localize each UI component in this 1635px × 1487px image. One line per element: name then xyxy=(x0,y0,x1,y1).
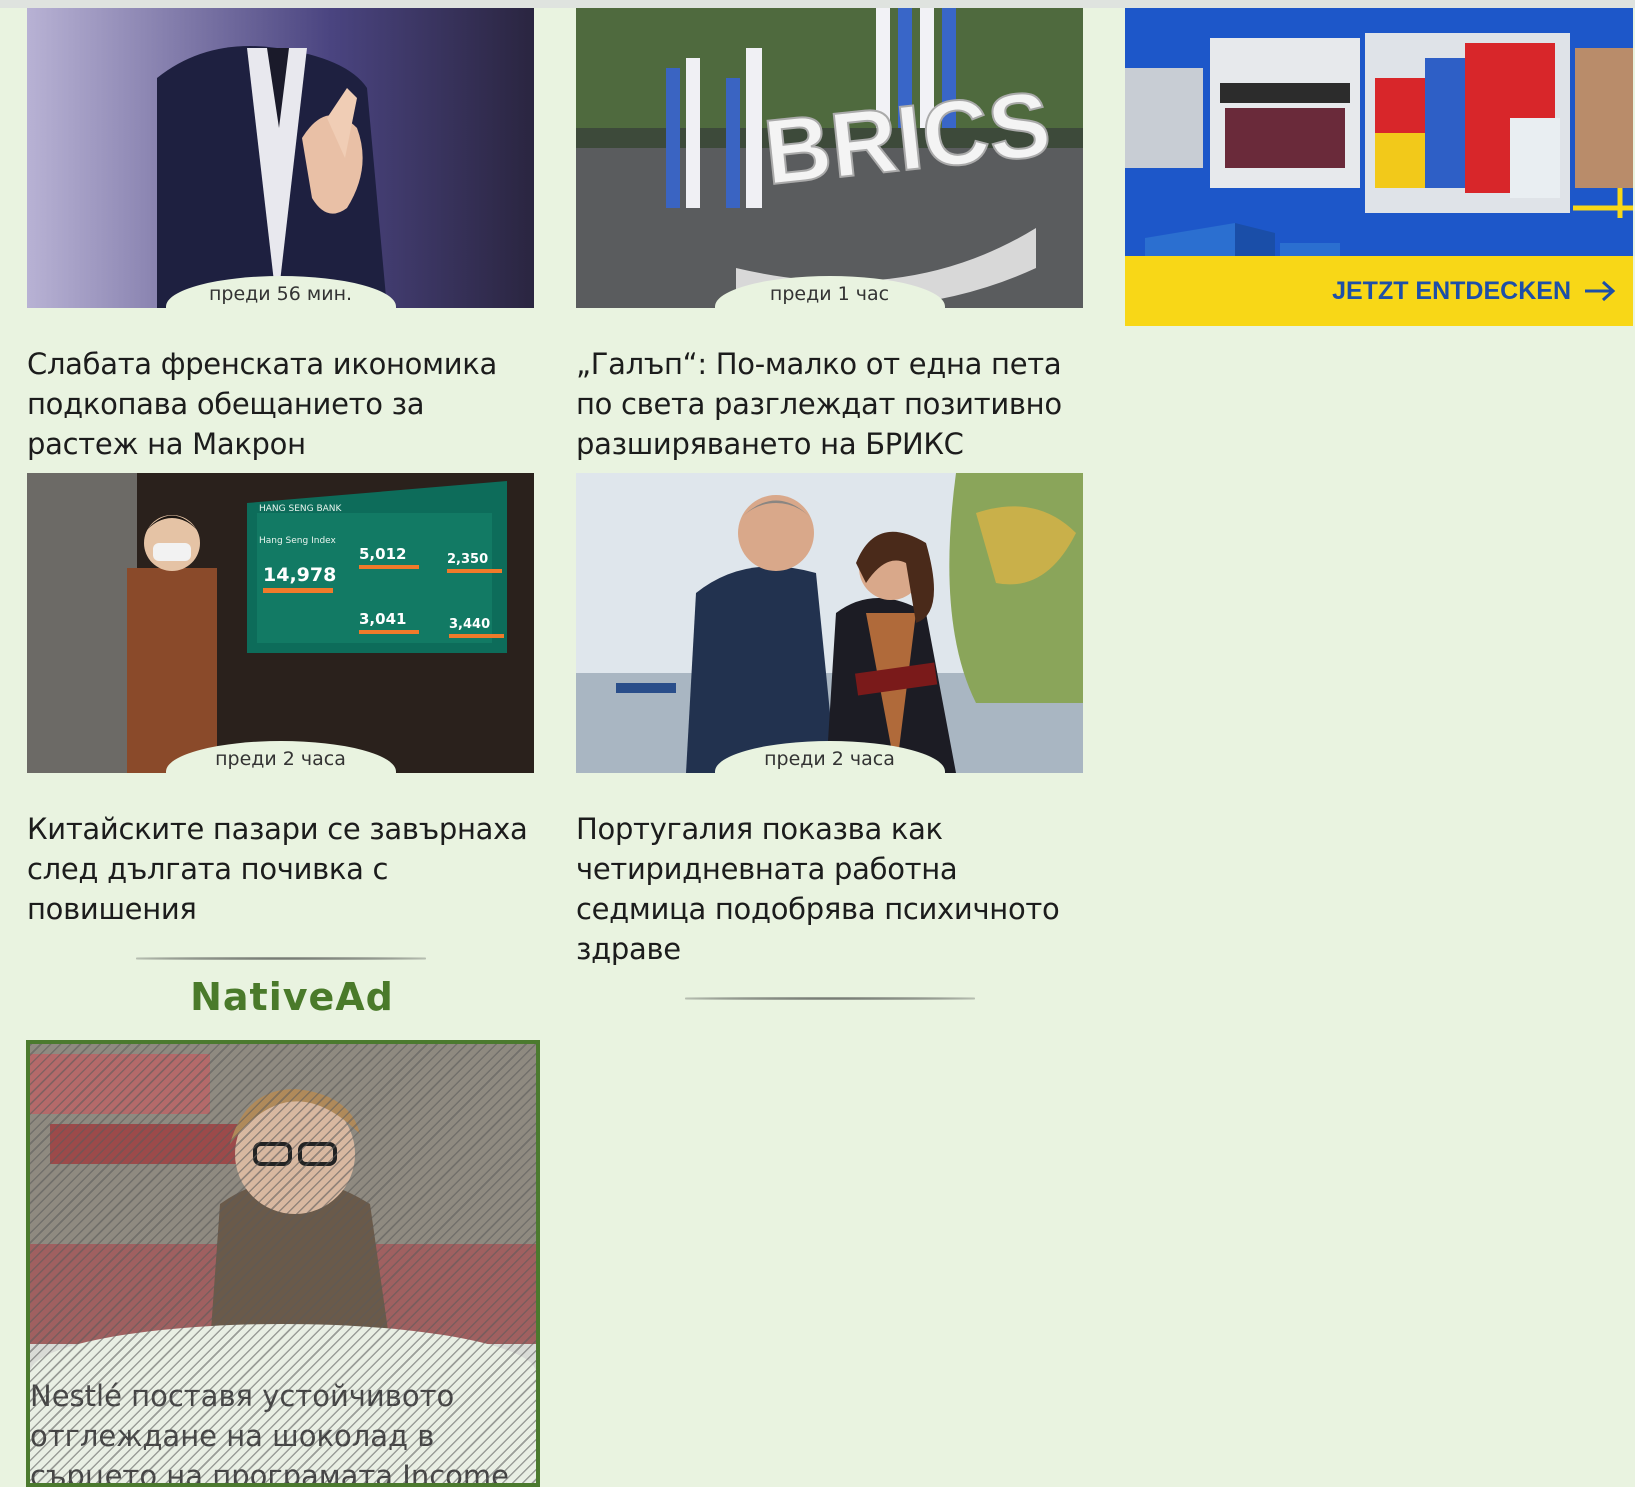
board-bank: HANG SENG BANK xyxy=(259,504,343,514)
native-ad-caption[interactable]: Nestlé поставя устойчивото отглеждане на… xyxy=(30,1376,536,1483)
article-card[interactable]: преди 2 часа Португалия показва как чети… xyxy=(576,473,1083,1000)
ad-cta-button[interactable]: JETZT ENTDECKEN xyxy=(1125,256,1633,326)
article-image-macron[interactable]: преди 56 мин. xyxy=(27,8,534,308)
arrow-right-icon xyxy=(1585,280,1616,302)
photo-couple-lakeside xyxy=(576,473,1083,773)
ad-banner[interactable]: JETZT ENTDECKEN xyxy=(1125,8,1633,326)
ad-cta-label: JETZT ENTDECKEN xyxy=(1332,276,1571,305)
article-image-brics[interactable]: BRICS преди 1 час xyxy=(576,8,1083,308)
article-image-couple[interactable]: преди 2 часа xyxy=(576,473,1083,773)
article-headline[interactable]: Португалия показва как четиридневната ра… xyxy=(576,809,1083,969)
board-index-label: Hang Seng Index xyxy=(259,536,337,546)
native-ad-title: NativeAd xyxy=(190,975,394,1019)
board-value: 3,440 xyxy=(449,617,490,632)
article-card[interactable]: BRICS преди 1 час „Галъп“: По-малко от е… xyxy=(576,8,1083,545)
divider xyxy=(135,957,426,960)
board-value: 5,012 xyxy=(359,545,406,563)
article-card[interactable]: преди 56 мин. Слабата френската икономик… xyxy=(27,8,534,545)
divider xyxy=(684,997,975,1000)
native-ad-image xyxy=(30,1044,536,1344)
board-value: 2,350 xyxy=(447,552,488,567)
board-value: 14,978 xyxy=(263,564,336,586)
article-headline[interactable]: Китайските пазари се завърнаха след дълг… xyxy=(27,809,534,929)
photo-stock-board: HANG SENG BANK Hang Seng Index 14,978 5,… xyxy=(27,473,534,773)
native-ad-card[interactable]: Nestlé поставя устойчивото отглеждане на… xyxy=(26,1040,540,1487)
board-value: 3,041 xyxy=(359,610,406,628)
article-headline[interactable]: Слабата френската икономика подкопава об… xyxy=(27,344,534,464)
photo-brics-sign: BRICS xyxy=(576,8,1083,308)
article-card[interactable]: HANG SENG BANK Hang Seng Index 14,978 5,… xyxy=(27,473,534,960)
top-scroll-edge xyxy=(0,0,1635,8)
photo-man-in-suit xyxy=(27,8,534,308)
article-image-hang-seng[interactable]: HANG SENG BANK Hang Seng Index 14,978 5,… xyxy=(27,473,534,773)
article-headline[interactable]: „Галъп“: По-малко от една пета по света … xyxy=(576,344,1083,464)
